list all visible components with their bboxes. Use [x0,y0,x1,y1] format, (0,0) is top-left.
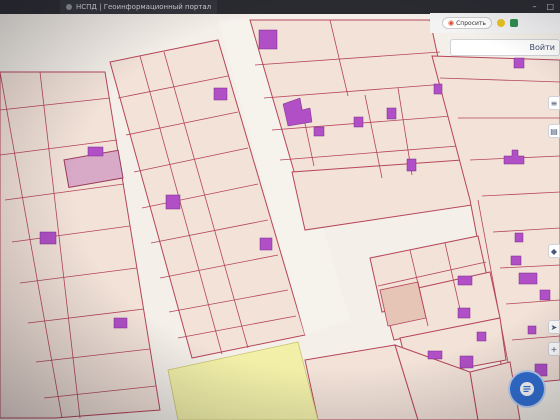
layers-icon[interactable]: ≡ [548,96,560,110]
location-icon[interactable]: ◆ [548,244,560,258]
building [165,194,181,210]
compass-icon[interactable]: ➤ [548,320,560,334]
ask-icon: ◉ [448,19,455,27]
chat-icon [520,382,534,396]
building [433,83,443,95]
browser-tab-bar: НСПД | Геоинформационный портал – □ [0,0,560,14]
building [427,350,443,360]
building [87,146,104,157]
building [459,355,474,369]
building [258,29,278,50]
building [539,289,551,301]
site-favicon-icon [66,4,72,10]
building [353,116,364,128]
browser-tab[interactable]: НСПД | Геоинформационный портал [60,0,218,14]
building [406,158,417,172]
minimize-icon[interactable]: – [532,2,536,11]
building [457,275,473,286]
screen: НСПД | Геоинформационный портал – □ ◉ Сп… [0,0,560,420]
chat-button[interactable] [510,372,544,406]
building [39,231,57,245]
building [513,57,525,69]
building [457,307,471,319]
browser-toolbar: ◉ Спросить [430,13,560,33]
building [313,126,325,137]
login-button[interactable]: Войти [450,39,560,56]
extension-icon[interactable] [496,19,505,27]
window-controls: – □ [532,2,554,11]
building [514,232,524,243]
browser-tab-title: НСПД | Геоинформационный портал [76,3,212,11]
login-button-label: Войти [529,43,555,52]
building [113,317,128,329]
maximize-icon[interactable]: □ [546,2,554,11]
building [518,272,538,285]
cadastral-map[interactable] [0,0,560,420]
building [213,87,228,101]
ask-button-label: Спросить [456,19,486,27]
ask-button[interactable]: ◉ Спросить [442,17,492,29]
building [476,331,487,342]
building [527,325,537,335]
list-icon[interactable]: ▤ [548,124,560,138]
building [510,255,522,266]
zoom-icon[interactable]: + [548,342,560,356]
building [386,107,397,120]
extension-icon[interactable] [509,19,518,27]
building [259,237,273,251]
